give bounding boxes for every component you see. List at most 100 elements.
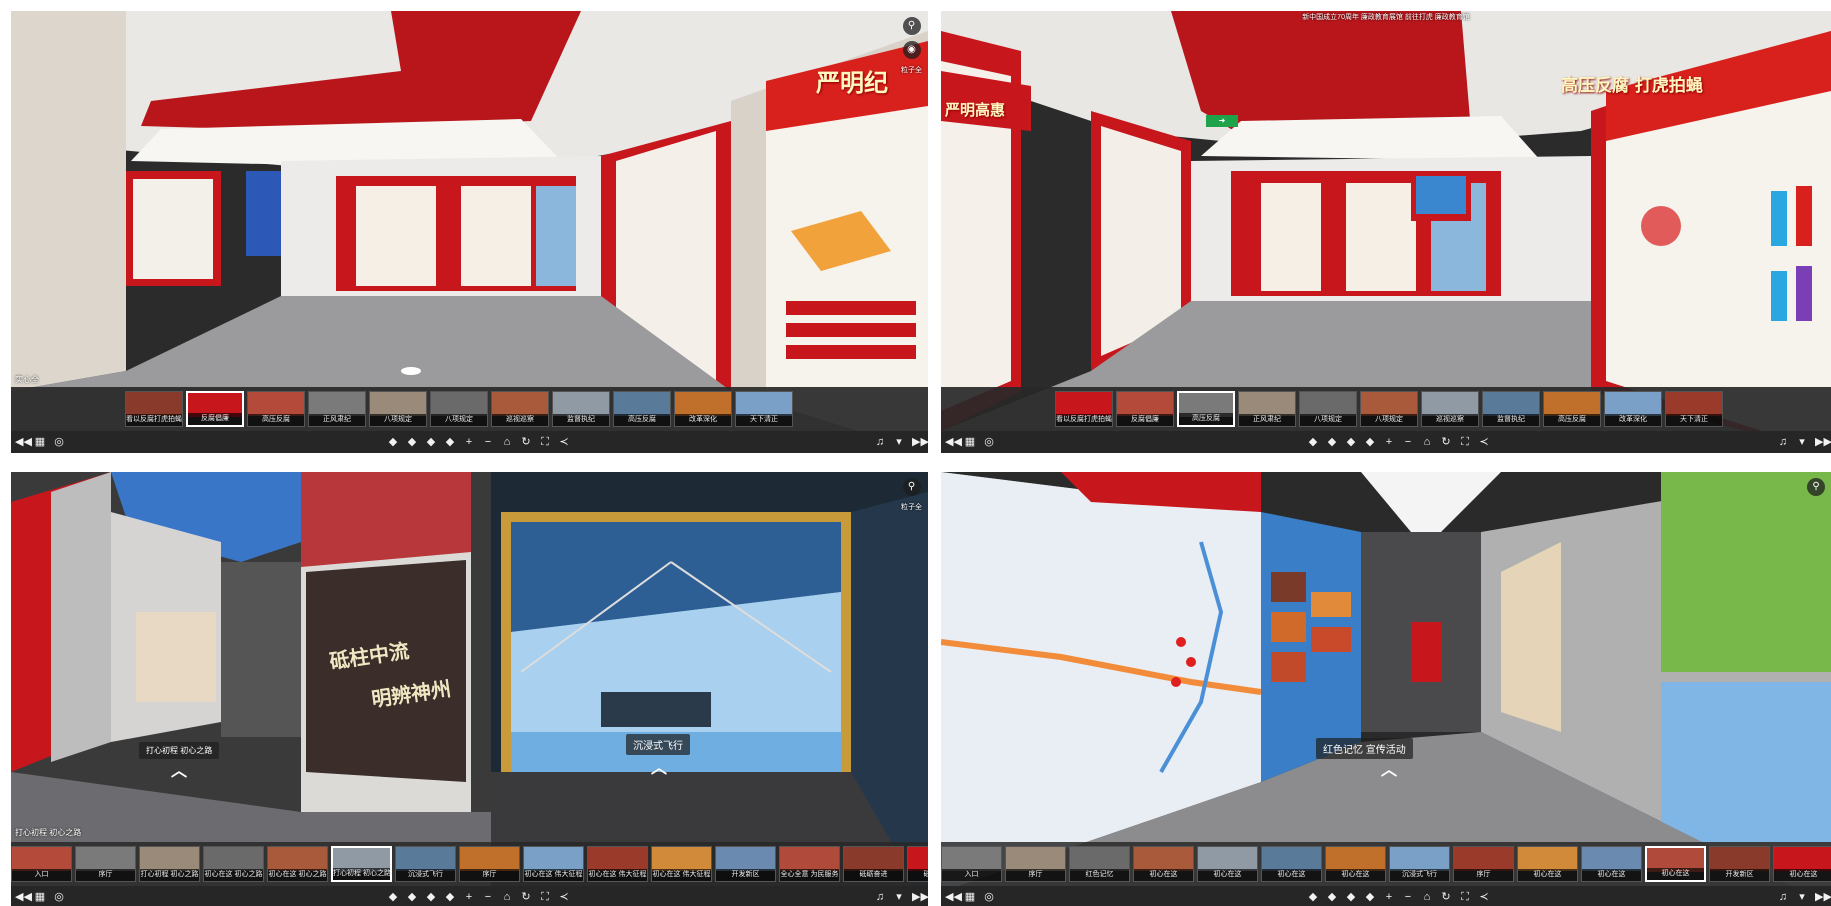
arrow-down-icon[interactable]: ◆ xyxy=(444,890,456,904)
scene-thumbnail[interactable]: 初心在这 xyxy=(1645,846,1706,882)
scene-thumbnail[interactable]: 序厅 xyxy=(1453,846,1514,882)
scene-thumbnail[interactable]: 八项规定 xyxy=(430,391,488,427)
scene-thumbnail[interactable]: 八项规定 xyxy=(369,391,427,427)
music-icon[interactable]: ♫ xyxy=(1777,890,1789,904)
menu-icon[interactable]: ▾ xyxy=(893,435,905,449)
scene-thumbnail[interactable]: 天下清正 xyxy=(735,391,793,427)
skip-back-icon[interactable]: ◀◀ xyxy=(945,890,962,904)
fullscreen-icon[interactable]: ⛶ xyxy=(539,890,551,904)
scene-thumbnail[interactable]: 巡视巡察 xyxy=(1421,391,1479,427)
scene-thumbnail[interactable]: 打心初程 初心之路 xyxy=(331,846,392,882)
vr-icon[interactable]: ◎ xyxy=(53,435,65,449)
scene-thumbnail[interactable]: 八项规定 xyxy=(1299,391,1357,427)
arrow-up-icon[interactable]: ◆ xyxy=(1345,890,1357,904)
scene-thumbnail[interactable]: 看以反腐打虎拍蝇 xyxy=(1055,391,1113,427)
grid-icon[interactable]: ▦ xyxy=(964,890,976,904)
scene-thumbnail[interactable]: 监督执纪 xyxy=(1482,391,1540,427)
zoom-in-icon[interactable]: + xyxy=(1383,435,1395,449)
grid-icon[interactable]: ▦ xyxy=(34,435,46,449)
scene-thumbnail[interactable]: 砥砺奋进 xyxy=(907,846,928,882)
zoom-in-icon[interactable]: + xyxy=(463,890,475,904)
scene-thumbnail[interactable]: 初心在这 xyxy=(1197,846,1258,882)
home-icon[interactable]: ⌂ xyxy=(501,435,513,449)
home-icon[interactable]: ⌂ xyxy=(501,890,513,904)
share-icon[interactable]: ≺ xyxy=(558,435,570,449)
scene-thumbnail[interactable]: 初心在这 伟大征程 xyxy=(587,846,648,882)
skip-forward-icon[interactable]: ▶▶ xyxy=(1815,435,1831,449)
arrow-left-icon[interactable]: ◆ xyxy=(387,435,399,449)
gyro-icon[interactable]: ↻ xyxy=(1440,890,1452,904)
arrow-up-icon[interactable]: ◆ xyxy=(425,435,437,449)
arrow-left-icon[interactable]: ◆ xyxy=(1307,890,1319,904)
gyro-icon[interactable]: ↻ xyxy=(520,890,532,904)
link-icon[interactable]: ⚲ xyxy=(1807,478,1825,496)
link-icon[interactable]: ⚲ xyxy=(902,17,921,35)
info-icon[interactable]: ◉ xyxy=(902,41,921,59)
menu-icon[interactable]: ▾ xyxy=(1796,435,1808,449)
skip-forward-icon[interactable]: ▶▶ xyxy=(912,435,928,449)
panorama-view-1[interactable]: 严明纪 ⚲ ◉ 粒子全 实心全 看以反腐打虎拍蝇 反腐倡廉 高压反腐 正风肃纪 八项规定… xyxy=(11,11,928,453)
arrow-down-icon[interactable]: ◆ xyxy=(1364,890,1376,904)
exhibition-hall-scene-4[interactable] xyxy=(941,472,1831,906)
arrow-right-icon[interactable]: ◆ xyxy=(406,890,418,904)
scene-thumbnail[interactable]: 反腐倡廉 xyxy=(1116,391,1174,427)
share-icon[interactable]: ≺ xyxy=(558,890,570,904)
fullscreen-icon[interactable]: ⛶ xyxy=(1459,435,1471,449)
scene-thumbnail[interactable]: 序厅 xyxy=(1005,846,1066,882)
zoom-out-icon[interactable]: − xyxy=(482,890,494,904)
fullscreen-icon[interactable]: ⛶ xyxy=(539,435,551,449)
skip-back-icon[interactable]: ◀◀ xyxy=(945,435,962,449)
gyro-icon[interactable]: ↻ xyxy=(520,435,532,449)
scene-thumbnail[interactable]: 序厅 xyxy=(75,846,136,882)
scene-thumbnail[interactable]: 入口 xyxy=(941,846,1002,882)
scene-thumbnail[interactable]: 高压反腐 xyxy=(1177,391,1235,427)
chevron-up-icon[interactable]: ︿ xyxy=(651,754,667,778)
scene-thumbnail[interactable]: 沉浸式飞行 xyxy=(1389,846,1450,882)
scene-thumbnail[interactable]: 红色记忆 xyxy=(1069,846,1130,882)
vr-icon[interactable]: ◎ xyxy=(53,890,65,904)
menu-icon[interactable]: ▾ xyxy=(1796,890,1808,904)
arrow-left-icon[interactable]: ◆ xyxy=(387,890,399,904)
vr-icon[interactable]: ◎ xyxy=(983,435,995,449)
share-icon[interactable]: ≺ xyxy=(1478,435,1490,449)
chevron-up-icon[interactable]: ︿ xyxy=(171,757,187,781)
arrow-down-icon[interactable]: ◆ xyxy=(1364,435,1376,449)
scene-thumbnail[interactable]: 初心在这 xyxy=(1261,846,1322,882)
music-icon[interactable]: ♫ xyxy=(1777,435,1789,449)
exhibition-hall-scene-3[interactable] xyxy=(11,472,928,906)
scene-thumbnail[interactable]: 初心在这 xyxy=(1581,846,1642,882)
arrow-down-icon[interactable]: ◆ xyxy=(444,435,456,449)
skip-forward-icon[interactable]: ▶▶ xyxy=(1815,890,1831,904)
grid-icon[interactable]: ▦ xyxy=(34,890,46,904)
scene-thumbnail[interactable]: 正风肃纪 xyxy=(308,391,366,427)
scene-thumbnail[interactable]: 打心初程 初心之路 xyxy=(139,846,200,882)
scene-thumbnail[interactable]: 初心在这 xyxy=(1325,846,1386,882)
scene-thumbnail[interactable]: 八项规定 xyxy=(1360,391,1418,427)
music-icon[interactable]: ♫ xyxy=(874,435,886,449)
scene-thumbnail[interactable]: 高压反腐 xyxy=(613,391,671,427)
scene-thumbnail[interactable]: 天下清正 xyxy=(1665,391,1723,427)
skip-forward-icon[interactable]: ▶▶ xyxy=(912,890,928,904)
scene-thumbnail[interactable]: 初心在这 xyxy=(1133,846,1194,882)
panorama-view-3[interactable]: 砥柱中流 明辨神州 沉浸式飞行 ︿ 打心初程 初心之路 ︿ ⚲ 粒子全 打心初程… xyxy=(11,472,928,906)
scene-thumbnail[interactable]: 开发新区 xyxy=(715,846,776,882)
hotspot-immersive-flight[interactable]: 沉浸式飞行 xyxy=(626,734,690,755)
fullscreen-icon[interactable]: ⛶ xyxy=(1459,890,1471,904)
scene-thumbnail[interactable]: 巡视巡察 xyxy=(491,391,549,427)
zoom-in-icon[interactable]: + xyxy=(463,435,475,449)
arrow-up-icon[interactable]: ◆ xyxy=(1345,435,1357,449)
scene-thumbnail[interactable]: 初心在这 xyxy=(1773,846,1831,882)
zoom-out-icon[interactable]: − xyxy=(1402,435,1414,449)
scene-thumbnail[interactable]: 高压反腐 xyxy=(1543,391,1601,427)
zoom-in-icon[interactable]: + xyxy=(1383,890,1395,904)
scene-thumbnail[interactable]: 改革深化 xyxy=(1604,391,1662,427)
home-icon[interactable]: ⌂ xyxy=(1421,890,1433,904)
menu-icon[interactable]: ▾ xyxy=(893,890,905,904)
scene-thumbnail[interactable]: 监督执纪 xyxy=(552,391,610,427)
scene-thumbnail[interactable]: 初心在这 初心之路 xyxy=(267,846,328,882)
arrow-right-icon[interactable]: ◆ xyxy=(1326,890,1338,904)
skip-back-icon[interactable]: ◀◀ xyxy=(15,435,32,449)
scene-thumbnail[interactable]: 反腐倡廉 xyxy=(186,391,244,427)
scene-thumbnail[interactable]: 入口 xyxy=(11,846,72,882)
arrow-up-icon[interactable]: ◆ xyxy=(425,890,437,904)
